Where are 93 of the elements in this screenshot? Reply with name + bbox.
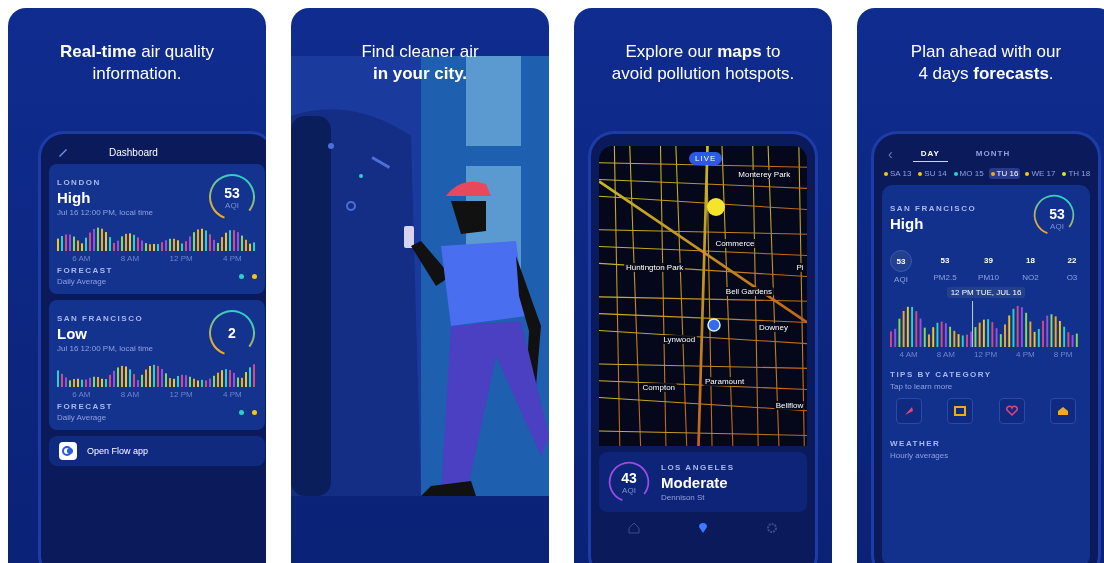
place-label: Commerce <box>713 239 757 248</box>
forecast-subtitle: Daily Average <box>57 413 108 422</box>
time-tick: 8 AM <box>120 390 140 399</box>
air-quality-level: High <box>57 188 92 206</box>
pollutant-label: NO2 <box>1022 273 1039 282</box>
time-tick: 8 AM <box>120 254 140 263</box>
section-title: TIPS BY CATEGORY <box>890 370 993 379</box>
timestamp: Jul 16 12:00 PM, local time <box>57 343 155 353</box>
section-subtitle: Hourly averages <box>890 451 950 460</box>
pollutant-value[interactable]: 18 <box>1020 250 1041 270</box>
window-tip-button[interactable] <box>947 398 974 424</box>
back-button[interactable]: ‹ <box>888 146 893 162</box>
time-tooltip: 12 PM TUE, JUL 16 <box>946 287 1026 298</box>
city-name: SAN FRANCISCO <box>890 204 978 213</box>
time-tick: 12 PM <box>169 390 193 399</box>
app-icon <box>59 442 77 460</box>
pollutant-label: O3 <box>1066 273 1078 282</box>
air-quality-level: High <box>890 215 925 232</box>
time-tick: 12 PM <box>973 350 998 359</box>
house-icon <box>1057 405 1069 417</box>
place-label: Bellflow <box>773 401 806 410</box>
location-icon <box>707 318 721 332</box>
city-card[interactable]: LONDON High Jul 16 12:00 PM, local time 53 AQI 6 AM 8 AM 12 PM 4 PM FORECAST Daily Average <box>49 164 265 294</box>
time-tick: 8 PM <box>1053 350 1073 359</box>
forecast-label: FORECAST <box>57 266 114 275</box>
city-name: SAN FRANCISCO <box>57 313 145 323</box>
home-tip-button[interactable] <box>1050 398 1076 424</box>
place-label: Lynwood <box>661 335 698 344</box>
aqi-label: AQI <box>622 485 636 495</box>
place-label: Huntington Park <box>623 263 686 272</box>
section-title: WEATHER <box>890 439 942 448</box>
home-icon <box>627 522 640 534</box>
air-quality-level: Low <box>57 324 88 342</box>
pollutant-label: AQI <box>894 275 908 284</box>
aqi-label: AQI <box>1050 221 1064 231</box>
settings-icon <box>766 522 779 534</box>
forecast-subtitle: Daily Average <box>57 277 108 286</box>
city-card[interactable]: SAN FRANCISCO Low Jul 16 12:00 PM, local time 2 6 AM 8 AM 12 PM 4 PM FORECAST Daily Average <box>49 300 265 430</box>
day-chip[interactable]: TH 18 <box>1060 168 1093 179</box>
pollutant-value[interactable]: 53 <box>890 250 912 272</box>
place-label: Compton <box>640 383 678 392</box>
section-subtitle: Tap to learn more <box>890 382 954 391</box>
exercise-tip-button[interactable] <box>896 398 922 424</box>
pollution-map[interactable]: LIVE Monterey Park Commerce Huntington Park Pi Bell Gardens Downey Lynwood Paramount Compton Bellflow <box>599 146 807 446</box>
caption: Find cleaner air in your city. <box>360 41 480 86</box>
place-label: Pi <box>794 263 806 272</box>
caption: Explore our maps to avoid pollution hotspots. <box>610 41 796 86</box>
time-tick: 4 PM <box>1016 350 1035 359</box>
forecast-label: FORECAST <box>57 402 114 411</box>
place-label: Monterey Park <box>736 170 793 179</box>
time-tick: 4 PM <box>223 254 242 263</box>
pollutant-label: PM2.5 <box>933 273 957 282</box>
aqi-value: 53 <box>224 184 240 201</box>
pollutant-value[interactable]: 53 <box>935 250 956 270</box>
aqi-label: AQI <box>225 200 239 210</box>
city-name: LONDON <box>57 177 102 187</box>
day-chip[interactable]: MO 15 <box>951 168 986 179</box>
city-name: LOS ANGELES <box>661 462 736 472</box>
period-tab[interactable]: MONTH <box>967 146 1019 162</box>
caption: Real-time air quality information. <box>59 41 215 86</box>
pollutant-value[interactable]: 22 <box>1061 250 1082 270</box>
window-icon <box>954 405 967 417</box>
time-tick: 6 AM <box>72 254 91 263</box>
live-badge: LIVE <box>689 152 723 165</box>
pollutant-label: PM10 <box>978 273 999 282</box>
air-quality-level: Moderate <box>661 473 729 491</box>
period-tab[interactable]: DAY <box>912 146 948 162</box>
day-chip[interactable]: SA 13 <box>882 168 914 179</box>
map-pin-icon <box>697 522 709 534</box>
pollutant-value[interactable]: 39 <box>978 250 999 270</box>
time-tick: 8 AM <box>936 350 955 359</box>
pencil-icon[interactable] <box>57 146 69 158</box>
place-label: Bell Gardens <box>723 287 775 296</box>
day-chip[interactable]: TU 16 <box>988 168 1021 179</box>
aqi-value: 53 <box>1049 205 1065 222</box>
timestamp: Jul 16 12:00 PM, local time <box>57 207 155 217</box>
street-name: Dennison St <box>661 492 706 502</box>
aqi-value: 43 <box>621 469 637 486</box>
place-label: Paramount <box>703 377 747 386</box>
aqi-value: 2 <box>228 325 236 341</box>
day-chip[interactable]: WE 17 <box>1023 168 1058 179</box>
day-chip[interactable]: SU 14 <box>916 168 949 179</box>
caption: Plan ahead with our 4 days forecasts. <box>909 41 1063 86</box>
time-tick: 4 PM <box>223 390 242 399</box>
time-tick: 12 PM <box>169 254 193 263</box>
time-tick: 4 AM <box>899 350 918 359</box>
place-label: Downey <box>757 323 790 332</box>
aqi-marker-icon[interactable] <box>707 198 725 216</box>
open-app-button[interactable]: Open Flow app <box>49 436 265 466</box>
screen-title: Dashboard <box>109 146 158 158</box>
time-tick: 6 AM <box>72 390 91 399</box>
health-tip-button[interactable] <box>998 398 1025 424</box>
heart-icon <box>1005 405 1018 417</box>
